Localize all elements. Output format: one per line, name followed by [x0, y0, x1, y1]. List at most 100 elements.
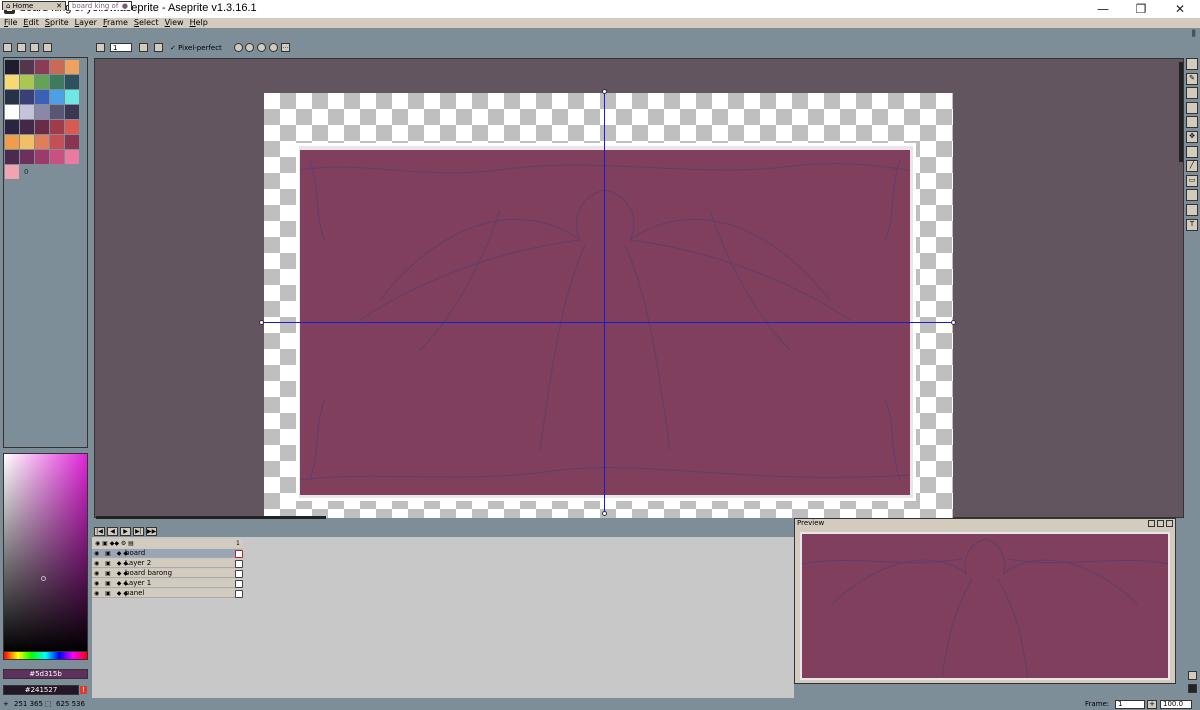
text-tool-icon[interactable]: T — [1186, 218, 1198, 231]
brush-shape-icon[interactable] — [96, 43, 105, 52]
menu-sprite[interactable]: Sprite — [45, 18, 69, 28]
rectangle-tool-icon[interactable]: ▭ — [1186, 174, 1198, 187]
symmetry-option-icon[interactable] — [245, 43, 254, 52]
palette-swatch[interactable] — [5, 120, 19, 134]
palette-swatch[interactable] — [20, 150, 34, 164]
zoom-tool-icon[interactable] — [1186, 116, 1198, 129]
tab-document[interactable]: board king of ● — [68, 1, 132, 10]
palette-swatch[interactable] — [50, 75, 64, 89]
open-icon[interactable] — [17, 43, 26, 52]
palette-swatch[interactable] — [35, 90, 49, 104]
frame-number[interactable]: 1 — [236, 539, 240, 548]
palette-swatch[interactable] — [20, 105, 34, 119]
picker-cursor-icon[interactable] — [41, 576, 46, 581]
layer-row[interactable]: ◉ ▣ ◆◆ board — [92, 549, 243, 558]
brush-size-input[interactable]: 1 — [110, 43, 132, 52]
move-tool-icon[interactable]: ✥ — [1186, 130, 1198, 143]
contour-tool-icon[interactable] — [1186, 203, 1198, 216]
palette-swatch[interactable] — [5, 60, 19, 74]
menu-file[interactable]: File — [4, 18, 17, 28]
guide-handle[interactable] — [602, 89, 607, 94]
brush-type-icon[interactable] — [139, 43, 148, 52]
guide-handle[interactable] — [951, 320, 956, 325]
horizontal-scrollbar[interactable] — [96, 516, 326, 519]
palette-swatch[interactable] — [65, 150, 79, 164]
next-frame-icon[interactable]: ▶| — [133, 527, 144, 536]
maximize-button[interactable]: ❐ — [1121, 0, 1161, 18]
cel-icon[interactable] — [235, 580, 243, 588]
palette-swatch[interactable] — [20, 60, 34, 74]
menu-frame[interactable]: Frame — [103, 18, 128, 28]
palette-swatch[interactable] — [65, 75, 79, 89]
palette-swatch[interactable] — [35, 150, 49, 164]
layout-toggle-icon[interactable] — [1188, 684, 1197, 693]
layer-row[interactable]: ◉ ▣ ◆◆ board barong — [92, 569, 243, 578]
color-spectrum[interactable] — [3, 453, 88, 653]
tab-modified-dot-icon[interactable]: ● — [122, 2, 128, 11]
palette-swatch[interactable] — [20, 120, 34, 134]
line-tool-icon[interactable]: ╱ — [1186, 160, 1198, 173]
symmetry-option-icon[interactable] — [269, 43, 278, 52]
preview-close-icon[interactable] — [1166, 520, 1173, 527]
cel-icon[interactable] — [235, 570, 243, 578]
cel-icon[interactable] — [235, 560, 243, 568]
cel-icon[interactable] — [235, 550, 243, 558]
menu-icon[interactable] — [43, 43, 52, 52]
foreground-color-button[interactable]: #5d315b — [3, 669, 88, 679]
frame-input[interactable]: 1 — [1115, 700, 1145, 709]
eraser-tool-icon[interactable] — [1186, 87, 1198, 100]
prev-frame-icon[interactable]: ◀ — [107, 527, 118, 536]
palette-swatch[interactable] — [5, 90, 19, 104]
symmetry-option-icon[interactable] — [257, 43, 266, 52]
palette-swatch[interactable] — [35, 75, 49, 89]
palette-swatch[interactable] — [50, 150, 64, 164]
guide-handle[interactable] — [259, 320, 264, 325]
palette-swatch[interactable] — [65, 60, 79, 74]
menu-select[interactable]: Select — [134, 18, 159, 28]
background-color-button[interactable]: #241527 — [3, 685, 79, 695]
palette-swatch[interactable] — [35, 60, 49, 74]
zoom-input[interactable]: 100.0 — [1160, 700, 1192, 709]
palette-swatch[interactable] — [20, 75, 34, 89]
fill-tool-icon[interactable] — [1186, 145, 1198, 158]
hue-slider[interactable] — [3, 651, 88, 660]
vertical-scrollbar[interactable] — [1179, 62, 1183, 162]
palette-swatch[interactable] — [65, 105, 79, 119]
close-window-button[interactable]: ✕ — [1160, 0, 1200, 18]
pressure-icon[interactable] — [154, 43, 163, 52]
minimize-button[interactable]: — — [1083, 0, 1123, 18]
palette-swatch[interactable] — [5, 75, 19, 89]
new-file-icon[interactable] — [3, 43, 12, 52]
add-frame-icon[interactable]: + — [1147, 700, 1157, 709]
marquee-tool-icon[interactable] — [1186, 58, 1198, 70]
menu-view[interactable]: View — [165, 18, 184, 28]
save-icon[interactable] — [30, 43, 39, 52]
warning-icon[interactable]: ! — [80, 686, 87, 694]
horizontal-symmetry-guide[interactable] — [262, 322, 954, 323]
last-frame-icon[interactable]: ▶▶ — [146, 527, 157, 536]
close-tab-icon[interactable]: ✕ — [56, 2, 62, 11]
tab-home[interactable]: ⌂ Home ✕ — [2, 1, 66, 10]
palette-swatch[interactable] — [35, 120, 49, 134]
visibility-header-icon[interactable]: ◉ ▣ ◆◆ ⚙ ▤ — [95, 539, 134, 548]
cel-icon[interactable] — [235, 590, 243, 598]
palette-swatch[interactable] — [5, 105, 19, 119]
vertical-symmetry-guide[interactable] — [604, 92, 605, 515]
palette-swatch[interactable] — [5, 150, 19, 164]
pixel-perfect-checkbox[interactable]: ✓ Pixel-perfect — [170, 43, 222, 53]
palette-swatch[interactable] — [50, 105, 64, 119]
menu-help[interactable]: Help — [190, 18, 208, 28]
layer-row[interactable]: ◉ ▣ ◆◆ Layer 1 — [92, 579, 243, 588]
eyedropper-tool-icon[interactable] — [1186, 101, 1198, 114]
palette-swatch[interactable] — [20, 90, 34, 104]
palette-swatch[interactable] — [65, 90, 79, 104]
palette-swatch[interactable] — [50, 135, 64, 149]
palette-swatch[interactable] — [50, 60, 64, 74]
layer-row[interactable]: ◉ ▣ ◆◆ panel — [92, 589, 243, 598]
preview-options-icon[interactable] — [1157, 520, 1164, 527]
preview-play-icon[interactable] — [1148, 520, 1155, 527]
guide-handle[interactable] — [602, 511, 607, 516]
palette-swatch[interactable] — [65, 135, 79, 149]
menu-edit[interactable]: Edit — [23, 18, 39, 28]
blur-tool-icon[interactable] — [1186, 189, 1198, 202]
